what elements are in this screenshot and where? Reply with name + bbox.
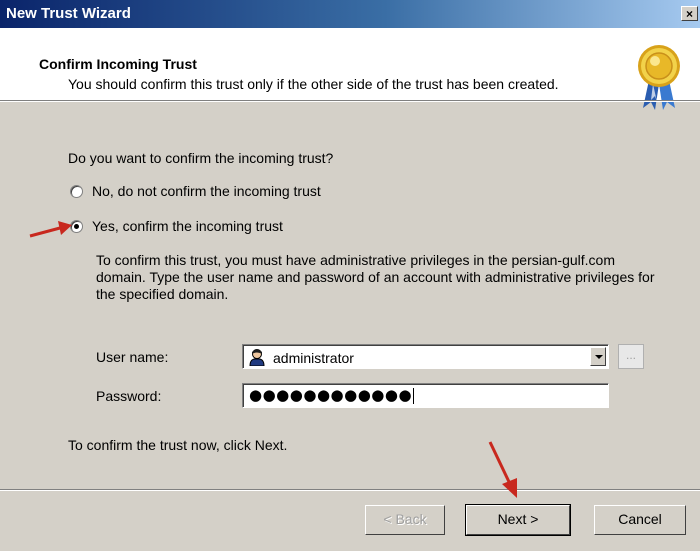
page-subtitle: You should confirm this trust only if th… [68,76,559,92]
username-dropdown-button[interactable] [590,347,606,366]
footer-note: To confirm the trust now, click Next. [68,437,288,453]
radio-yes-confirm-label[interactable]: Yes, confirm the incoming trust [92,218,283,234]
back-button[interactable]: < Back [365,505,445,535]
text-caret [413,387,415,404]
cancel-button[interactable]: Cancel [594,505,686,535]
annotation-arrow-icon [488,441,517,498]
certificate-seal-icon [638,45,680,110]
browse-button[interactable]: ... [618,344,644,369]
footer-divider-highlight [0,490,700,491]
username-value: administrator [273,350,354,366]
title-bar[interactable]: New Trust Wizard × [0,0,700,28]
user-icon [248,348,266,366]
radio-no-confirm-label[interactable]: No, do not confirm the incoming trust [92,183,321,199]
password-mask: ●●●●●●●●●●●● [249,386,413,404]
instruction-text: To confirm this trust, you must have adm… [96,252,655,302]
username-label: User name: [96,349,169,365]
wizard-window: New Trust Wizard × Confirm Incoming Trus… [0,0,700,551]
annotation-arrow-icon [29,221,72,238]
radio-no-confirm[interactable] [70,185,83,198]
username-combobox[interactable]: administrator [242,344,609,369]
page-title: Confirm Incoming Trust [39,56,197,72]
password-field[interactable]: ●●●●●●●●●●●● [242,383,609,408]
password-value: ●●●●●●●●●●●● [249,386,415,404]
header-divider-highlight [0,101,700,102]
next-button[interactable]: Next > [465,504,571,536]
password-label: Password: [96,388,162,404]
window-title: New Trust Wizard [6,5,131,22]
question-label: Do you want to confirm the incoming trus… [68,150,334,166]
close-button[interactable]: × [681,6,698,21]
